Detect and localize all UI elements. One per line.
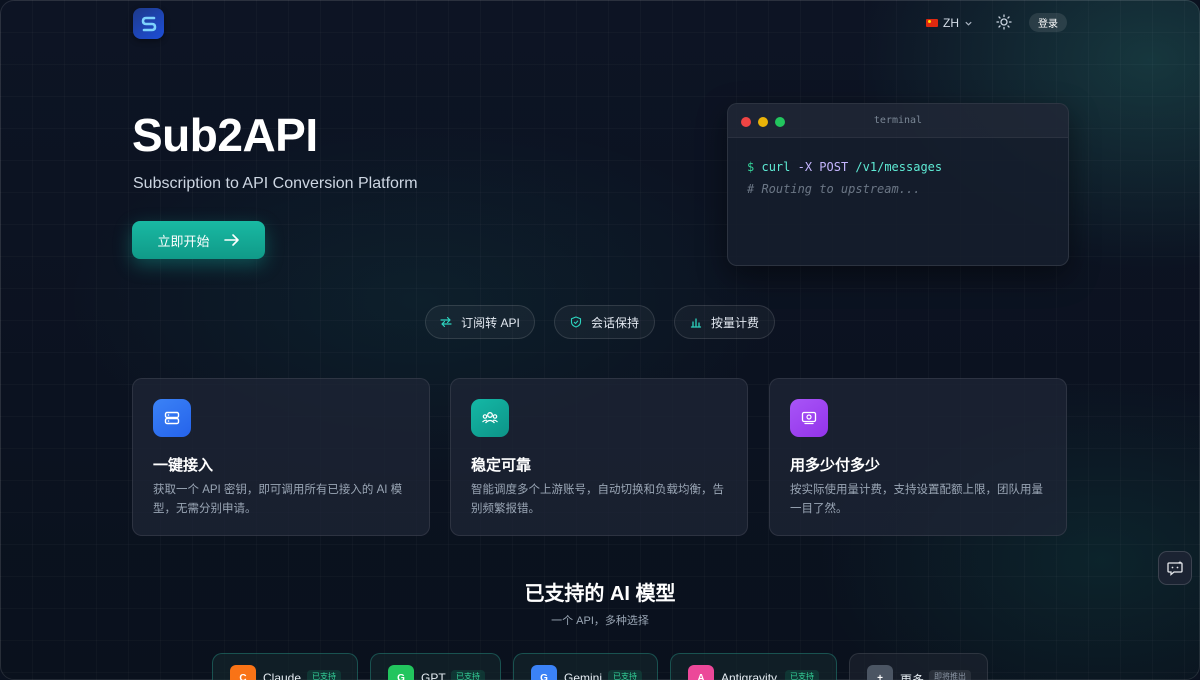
gpt-icon: G [388,665,414,680]
terminal-flag: -X POST [797,160,849,174]
feature-title: 一键接入 [153,457,214,474]
pill-subscription-to-api[interactable]: 订阅转 API [425,305,535,339]
model-name: Claude [263,671,302,680]
model-name: GPT [421,671,446,680]
chat-bot-icon[interactable] [1158,551,1192,585]
terminal-path: /v1/messages [855,160,943,174]
feature-description: 获取一个 API 密钥，即可调用所有已接入的 AI 模型，无需分别申请。 [153,484,403,515]
model-status-badge: 已支持 [608,670,642,680]
feature-card-reliable: 稳定可靠 智能调度多个上游账号，自动切换和负载均衡，告别频繁报错。 [450,378,748,536]
sub2api-logo-icon[interactable] [133,8,164,39]
terminal-command-line: $ curl -X POST /v1/messages [747,160,942,174]
shield-check-icon [570,316,582,328]
swap-arrows-icon [440,316,452,328]
model-name: 更多 [900,673,925,680]
get-started-label: 立即开始 [157,233,210,249]
gemini-icon: G [531,665,557,680]
model-status-badge: 即将推出 [929,670,971,680]
feature-title: 稳定可靠 [471,457,532,474]
models-section-subtitle: 一个 API，多种选择 [551,615,649,627]
feature-title: 用多少付多少 [790,457,881,474]
login-button[interactable]: 登录 [1029,13,1067,32]
terminal-title: terminal [873,115,923,126]
terminal-command: curl [761,160,791,174]
hero-title: Sub2API [132,109,318,161]
terminal-window: terminal $ curl -X POST /v1/messages # R… [727,103,1069,266]
china-flag-icon [926,19,938,27]
chevron-down-icon [965,21,972,26]
model-card-more[interactable]: + 更多 即将推出 [849,653,988,680]
users-icon [471,399,509,437]
language-selector[interactable]: ZH [926,14,973,32]
feature-card-one-click: 一键接入 获取一个 API 密钥，即可调用所有已接入的 AI 模型，无需分别申请… [132,378,430,536]
bar-chart-icon [690,318,702,328]
pill-label: 订阅转 API [461,315,520,330]
claude-icon: C [230,665,256,680]
model-status-badge: 已支持 [785,670,819,680]
models-section-title: 已支持的 AI 模型 [524,583,676,605]
feature-card-pay-as-you-go: 用多少付多少 按实际使用量计费，支持设置配额上限，团队用量一目了然。 [769,378,1067,536]
get-started-button[interactable]: 立即开始 [132,221,265,259]
model-card-gpt[interactable]: G GPT 已支持 [370,653,501,680]
pill-label: 按量计费 [710,315,759,330]
feature-description: 按实际使用量计费，支持设置配额上限，团队用量一目了然。 [790,484,1043,515]
pill-label: 会话保持 [590,315,639,330]
model-card-gemini[interactable]: G Gemini 已支持 [513,653,658,680]
terminal-comment: # Routing to upstream... [747,182,921,196]
model-name: Gemini [564,671,603,680]
sun-icon[interactable] [996,14,1012,30]
pill-usage-billing[interactable]: 按量计费 [674,305,775,339]
terminal-prompt: $ [747,160,755,174]
model-name: Antigravity [721,671,778,680]
arrow-right-icon [223,234,239,246]
hero-subtitle: Subscription to API Conversion Platform [133,175,418,192]
billing-icon [790,399,828,437]
model-status-badge: 已支持 [451,670,485,680]
server-icon [153,399,191,437]
antigravity-icon: A [688,665,714,680]
plus-icon: + [867,665,893,680]
model-card-antigravity[interactable]: A Antigravity 已支持 [670,653,837,680]
pill-session-keep[interactable]: 会话保持 [554,305,655,339]
terminal-titlebar: terminal [728,104,1068,138]
model-status-badge: 已支持 [307,670,341,680]
feature-description: 智能调度多个上游账号，自动切换和负载均衡，告别频繁报错。 [471,484,724,515]
model-card-claude[interactable]: C Claude 已支持 [212,653,358,680]
language-label: ZH [943,16,959,30]
